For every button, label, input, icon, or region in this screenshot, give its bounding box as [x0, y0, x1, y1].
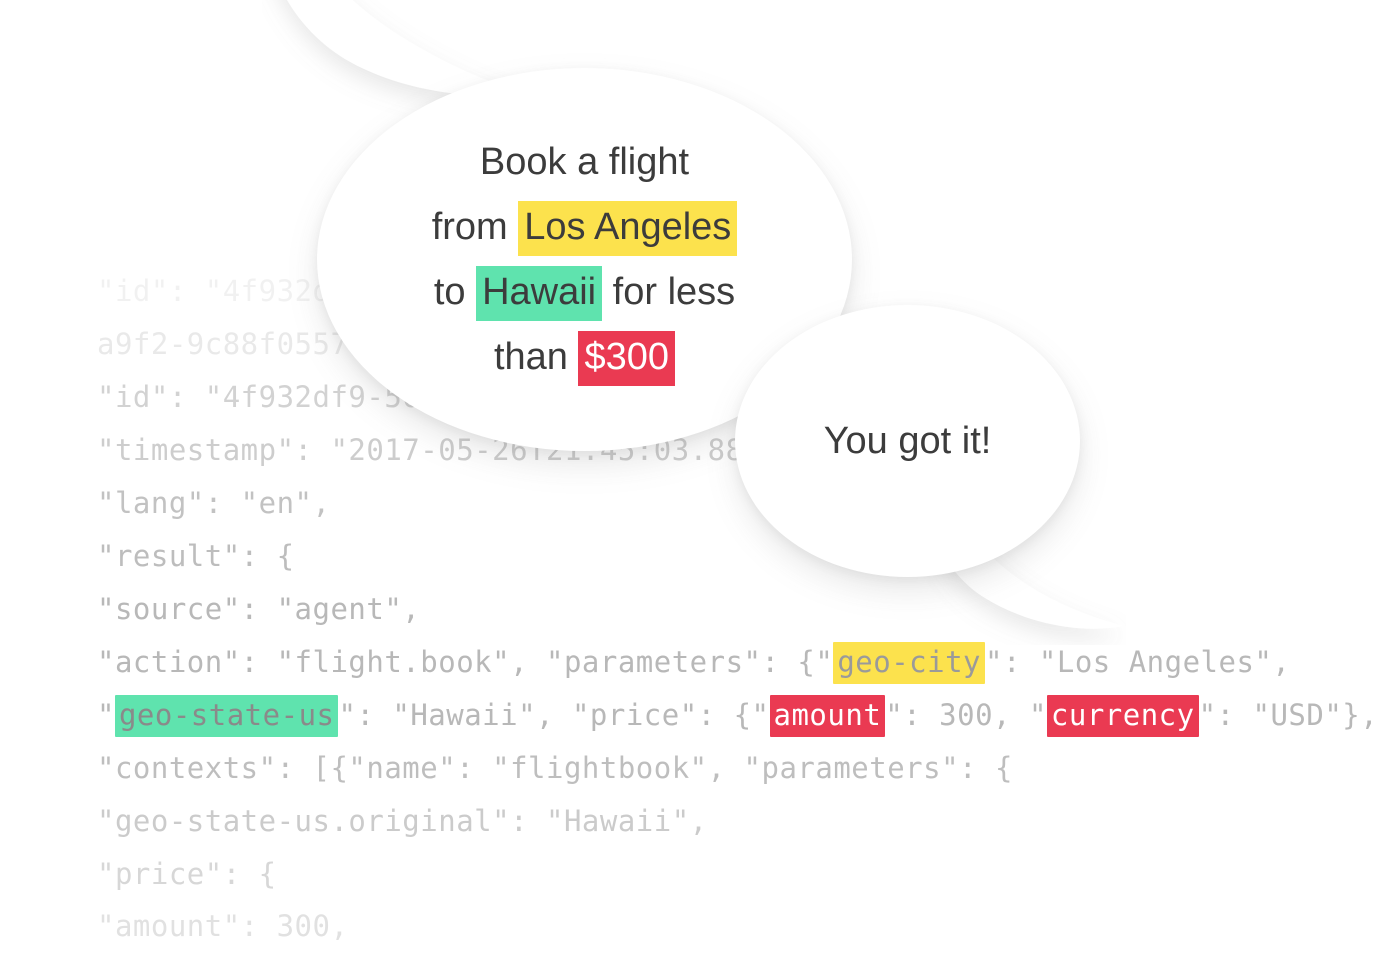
screenshot-canvas: "id": "4f932df9-56cf-43d0-a9f2-9c88f0557…	[0, 0, 1386, 966]
highlight-hawaii: Hawaii	[476, 266, 603, 321]
text-segment: for less	[602, 271, 736, 313]
bubble-line: than $300	[493, 331, 676, 386]
code-line: "amount": 300,	[97, 912, 348, 941]
highlight-price: $300	[578, 331, 676, 386]
code-highlight-amount: amount	[769, 695, 886, 737]
code-segment: "contexts": [{"name": "flightbook", "par…	[97, 751, 1013, 785]
text-segment: to	[433, 271, 477, 313]
code-segment: "result": {	[97, 539, 295, 573]
bubble-line: You got it!	[824, 422, 992, 460]
code-segment: "action": "flight.book", "parameters": {…	[97, 645, 834, 679]
bubble-line: from Los Angeles	[431, 201, 738, 273]
bubble-line: Book a flight	[480, 143, 689, 208]
code-line: "source": "agent",	[97, 595, 420, 624]
code-highlight-geo-state-us: geo-state-us	[114, 695, 339, 737]
code-segment: "source": "agent",	[97, 592, 421, 626]
code-segment: "amount": 300,	[97, 909, 349, 943]
code-segment: "price": {	[97, 857, 277, 891]
code-segment: ": "Hawaii", "price": {"	[338, 698, 770, 732]
code-line: "geo-state-us.original": "Hawaii",	[97, 807, 708, 836]
text-segment: You got it!	[823, 420, 992, 462]
highlight-los-angeles: Los Angeles	[518, 201, 738, 256]
text-segment: from	[431, 206, 519, 248]
code-segment: "	[97, 698, 115, 732]
text-segment: Book a flight	[479, 141, 690, 183]
code-line: "action": "flight.book", "parameters": {…	[97, 642, 1291, 684]
code-line: "price": {	[97, 860, 277, 889]
code-highlight-currency: currency	[1046, 695, 1199, 737]
agent-speech-bubble: You got it!	[735, 305, 1080, 577]
code-segment: ": "USD"},	[1198, 698, 1379, 732]
code-line: "result": {	[97, 542, 295, 571]
code-segment: "geo-state-us.original": "Hawaii",	[97, 804, 708, 838]
code-segment: ": "Los Angeles",	[985, 645, 1291, 679]
code-highlight-geo-city: geo-city	[833, 642, 986, 684]
agent-bubble-text: You got it!	[735, 305, 1080, 577]
code-line: "contexts": [{"name": "flightbook", "par…	[97, 754, 1013, 783]
code-segment: ": 300, "	[885, 698, 1047, 732]
code-line: "lang": "en",	[97, 489, 330, 518]
bubble-line: to Hawaii for less	[433, 266, 736, 338]
text-segment: than	[493, 336, 579, 378]
code-line: " geo-state-us ": "Hawaii", "price": {" amo…	[97, 695, 1379, 737]
code-segment: "lang": "en",	[97, 486, 331, 520]
